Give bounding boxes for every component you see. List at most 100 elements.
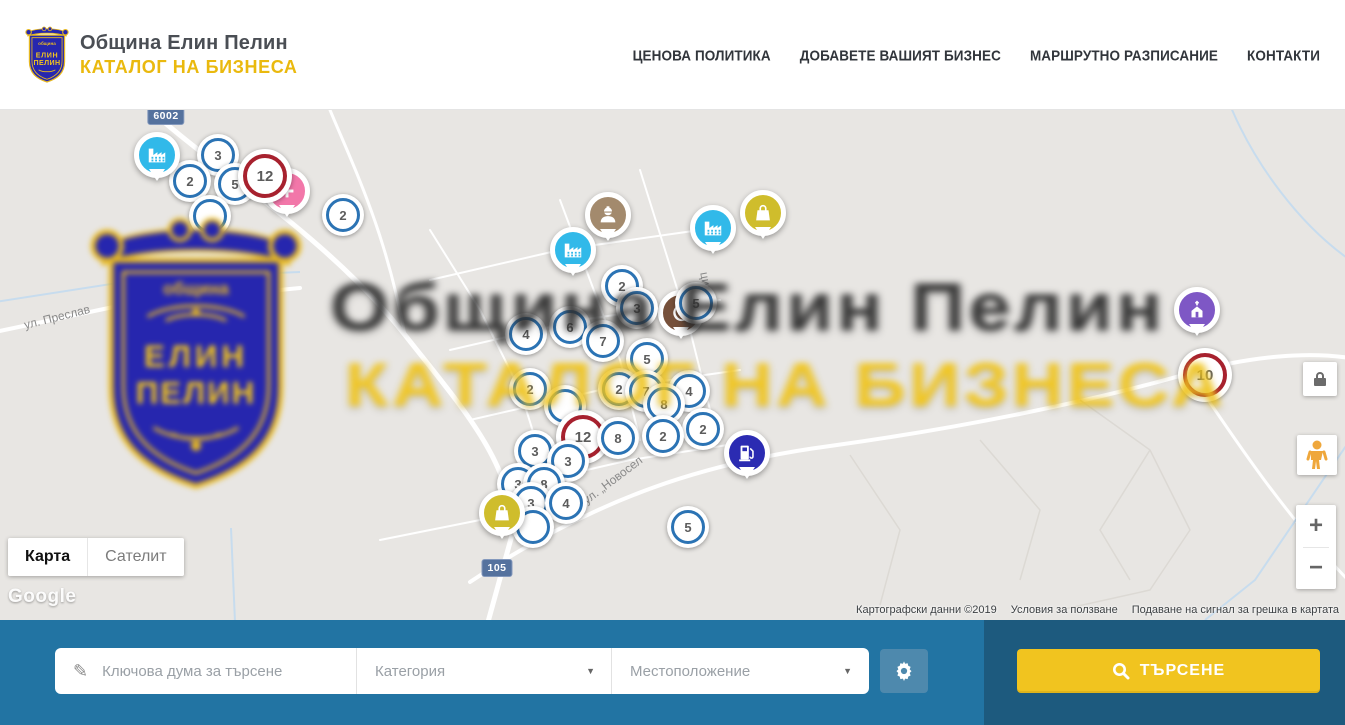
cluster-count: 5: [692, 296, 699, 311]
search-button[interactable]: ТЪРСЕНЕ: [1017, 649, 1320, 693]
nav-item[interactable]: ДОБАВЕТЕ ВАШИЯТ БИЗНЕС: [800, 47, 1001, 64]
worker-icon: [597, 204, 619, 226]
cluster-marker[interactable]: 2: [642, 415, 684, 457]
google-logo[interactable]: Google: [8, 586, 76, 608]
chevron-down-icon: ▼: [843, 666, 852, 676]
cluster-count: 3: [633, 301, 640, 316]
pin-tail: [600, 229, 616, 249]
nav-item[interactable]: КОНТАКТИ: [1247, 47, 1320, 64]
cluster-count: 3: [214, 148, 221, 163]
keyword-field-wrap: ✎: [55, 648, 357, 694]
cluster-count: 2: [526, 382, 533, 397]
cluster-count: 6: [566, 320, 573, 335]
cluster-count: 4: [562, 496, 569, 511]
cluster-marker[interactable]: 2: [322, 194, 364, 236]
cluster-marker[interactable]: 4: [505, 313, 547, 355]
zoom-control: + −: [1296, 505, 1336, 589]
pegman-icon: [1306, 440, 1328, 470]
main-nav: ЦЕНОВА ПОЛИТИКА ДОБАВЕТЕ ВАШИЯТ БИЗНЕС МАР…: [633, 0, 1320, 110]
cluster-count: 7: [599, 334, 606, 349]
map-type-map-button[interactable]: Карта: [8, 538, 87, 576]
road-sign: 105: [481, 559, 512, 577]
cluster-count: 4: [685, 384, 692, 399]
category-select-label: Категория: [357, 663, 445, 680]
street-view-pegman[interactable]: [1297, 435, 1337, 475]
cluster-marker[interactable]: 8: [597, 417, 639, 459]
attribution-link[interactable]: Подаване на сигнал за грешка в картата: [1132, 604, 1339, 616]
bag-icon: [752, 202, 774, 224]
cluster-count: 2: [186, 174, 193, 189]
cluster-count: 2: [339, 208, 346, 223]
cluster-count: 10: [1197, 367, 1214, 384]
svg-text:община: община: [38, 40, 56, 46]
cluster-marker[interactable]: 5: [667, 506, 709, 548]
cluster-marker[interactable]: [189, 195, 231, 237]
cluster-marker[interactable]: 7: [582, 320, 624, 362]
pin-tail: [279, 205, 295, 225]
factory-icon: [702, 217, 724, 239]
advanced-settings-button[interactable]: [880, 649, 928, 693]
pin-tail: [1189, 324, 1205, 344]
zoom-in-button[interactable]: +: [1296, 505, 1336, 547]
pencil-icon: ✎: [73, 661, 88, 682]
site-subtitle: КАТАЛОГ НА БИЗНЕСА: [80, 57, 298, 78]
cluster-marker[interactable]: 5: [675, 282, 717, 324]
fuel-icon: [736, 442, 758, 464]
attribution-text: Картографски данни ©2019: [856, 604, 997, 616]
category-pin[interactable]: [134, 132, 180, 178]
attribution-link[interactable]: Условия за ползване: [1011, 604, 1118, 616]
map[interactable]: 6002105 ул. Преславбул. „Новоселции 3251…: [0, 110, 1345, 620]
site-title: Община Елин Пелин: [80, 32, 298, 55]
factory-icon: [146, 144, 168, 166]
cluster-count: 5: [643, 352, 650, 367]
cluster-count: 2: [699, 422, 706, 437]
map-type-satellite-button[interactable]: Сателит: [87, 538, 183, 576]
map-attribution: Картографски данни ©2019 Условия за ползв…: [856, 604, 1339, 616]
cluster-marker[interactable]: 2: [682, 408, 724, 450]
keyword-input[interactable]: [102, 663, 356, 680]
search-button-label: ТЪРСЕНЕ: [1140, 662, 1225, 680]
pin-tail: [494, 527, 510, 547]
nav-item[interactable]: ЦЕНОВА ПОЛИТИКА: [633, 47, 771, 64]
category-select[interactable]: Категория ▼: [357, 648, 612, 694]
cluster-marker[interactable]: 10: [1178, 348, 1232, 402]
header: община ЕЛИН ПЕЛИН Община Елин Пелин КАТА…: [0, 0, 1345, 110]
pin-tail: [739, 467, 755, 487]
category-pin[interactable]: [479, 490, 525, 536]
category-pin[interactable]: [690, 205, 736, 251]
cluster-count: 12: [257, 168, 274, 185]
category-pin[interactable]: [1174, 287, 1220, 333]
bag-icon: [491, 502, 513, 524]
lock-button[interactable]: [1303, 362, 1337, 396]
category-pin[interactable]: [585, 192, 631, 238]
svg-text:ЕЛИН: ЕЛИН: [36, 51, 58, 59]
cluster-count: 5: [684, 520, 691, 535]
pin-tail: [149, 169, 165, 189]
cluster-count: 2: [659, 429, 666, 444]
zoom-out-button[interactable]: −: [1296, 547, 1336, 589]
cluster-marker[interactable]: 12: [238, 149, 292, 203]
nav-item[interactable]: МАРШРУТНО РАЗПИСАНИЕ: [1030, 47, 1218, 64]
map-type-control: Карта Сателит: [8, 538, 184, 576]
category-pin[interactable]: [550, 227, 596, 273]
cluster-count: 4: [522, 327, 529, 342]
search-bar: ✎ Категория ▼ Местоположение ▼ ТЪРСЕНЕ: [0, 620, 1345, 725]
cluster-count: 8: [660, 397, 667, 412]
road-sign: 6002: [147, 110, 184, 125]
pin-tail: [705, 242, 721, 262]
church-icon: [1186, 299, 1208, 321]
cluster-count: 2: [615, 382, 622, 397]
padlock-icon: [1313, 371, 1327, 387]
category-pin[interactable]: [740, 190, 786, 236]
cluster-count: 3: [531, 444, 538, 459]
category-pin[interactable]: [724, 430, 770, 476]
cluster-marker[interactable]: 3: [616, 287, 658, 329]
chevron-down-icon: ▼: [586, 666, 595, 676]
cluster-count: 8: [614, 431, 621, 446]
search-form: ✎ Категория ▼ Местоположение ▼: [55, 648, 869, 694]
factory-icon: [562, 239, 584, 261]
search-icon: [1112, 662, 1130, 680]
location-select[interactable]: Местоположение ▼: [612, 648, 868, 694]
logo[interactable]: община ЕЛИН ПЕЛИН Община Елин Пелин КАТА…: [24, 14, 298, 96]
pin-tail: [755, 227, 771, 247]
